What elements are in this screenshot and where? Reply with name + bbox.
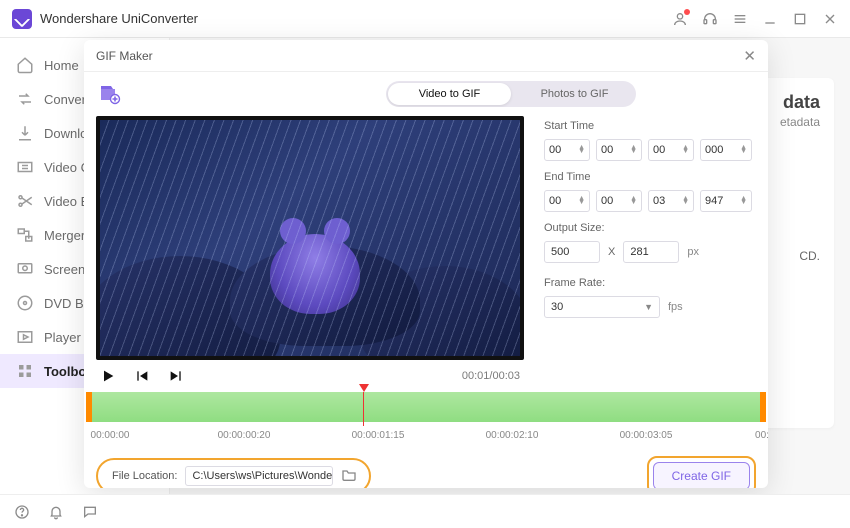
minimize-icon[interactable]: [762, 11, 778, 27]
start-ms-input[interactable]: 000▲▼: [700, 139, 752, 161]
sidebar-label: Home: [44, 58, 79, 73]
add-file-icon[interactable]: [96, 82, 122, 106]
tick-label: 00:00:00:20: [218, 430, 271, 441]
spinner-arrows-icon[interactable]: ▲▼: [630, 146, 637, 154]
spinner-arrows-icon[interactable]: ▲▼: [740, 146, 747, 154]
app-title: Wondershare UniConverter: [40, 11, 198, 26]
compress-icon: [16, 158, 34, 176]
play-icon: [16, 328, 34, 346]
frame-rate-select[interactable]: 30▼: [544, 296, 660, 318]
grid-icon: [16, 362, 34, 380]
record-icon: [16, 260, 34, 278]
home-icon: [16, 56, 34, 74]
dialog-title: GIF Maker: [96, 49, 153, 63]
video-preview[interactable]: [96, 116, 524, 360]
end-ms-input[interactable]: 947▲▼: [700, 190, 752, 212]
next-frame-button[interactable]: [168, 368, 184, 384]
dialog-header: GIF Maker ✕: [84, 40, 768, 72]
playhead-icon[interactable]: [359, 384, 369, 392]
maximize-icon[interactable]: [792, 11, 808, 27]
start-time-label: Start Time: [544, 120, 756, 132]
file-location-select[interactable]: C:\Users\ws\Pictures\Wonders▼: [185, 466, 333, 486]
output-size-label: Output Size:: [544, 222, 756, 234]
range-handle-left[interactable]: [86, 392, 92, 422]
help-icon[interactable]: [14, 504, 30, 520]
fps-unit: fps: [668, 301, 683, 313]
feedback-icon[interactable]: [82, 504, 98, 520]
output-height-input[interactable]: [623, 241, 679, 263]
bell-icon[interactable]: [48, 504, 64, 520]
range-handle-right[interactable]: [760, 392, 766, 422]
scissors-icon: [16, 192, 34, 210]
status-bar: [0, 494, 850, 528]
spinner-arrows-icon[interactable]: ▲▼: [578, 197, 585, 205]
sidebar-label: Player: [44, 330, 81, 345]
prev-frame-button[interactable]: [134, 368, 150, 384]
tick-label: 00:00:02:10: [486, 430, 539, 441]
merge-icon: [16, 226, 34, 244]
menu-icon[interactable]: [732, 11, 748, 27]
gif-maker-dialog: GIF Maker ✕ Video to GIF Photos to GIF: [84, 40, 768, 488]
start-mm-input[interactable]: 00▲▼: [596, 139, 642, 161]
dimension-separator: X: [608, 246, 615, 258]
spinner-arrows-icon[interactable]: ▲▼: [682, 146, 689, 154]
end-hh-input[interactable]: 00▲▼: [544, 190, 590, 212]
playback-controls: 00:01/00:03: [96, 360, 524, 392]
create-gif-highlight: Create GIF: [647, 456, 756, 488]
frame-rate-label: Frame Rate:: [544, 277, 756, 289]
close-icon[interactable]: [822, 11, 838, 27]
file-location-label: File Location:: [112, 470, 177, 482]
end-mm-input[interactable]: 00▲▼: [596, 190, 642, 212]
output-width-input[interactable]: [544, 241, 600, 263]
px-unit: px: [687, 246, 699, 258]
dialog-close-icon[interactable]: ✕: [743, 47, 756, 65]
spinner-arrows-icon[interactable]: ▲▼: [578, 146, 585, 154]
chevron-down-icon: ▼: [644, 302, 653, 312]
convert-icon: [16, 90, 34, 108]
tab-photos-to-gif[interactable]: Photos to GIF: [513, 81, 636, 107]
timeline-ticks: 00:00:00 00:00:00:20 00:00:01:15 00:00:0…: [86, 422, 766, 444]
play-button[interactable]: [100, 368, 116, 384]
open-folder-icon[interactable]: [341, 467, 357, 486]
tick-label: 00:00:01:15: [352, 430, 405, 441]
title-bar: Wondershare UniConverter: [0, 0, 850, 38]
time-readout: 00:01/00:03: [462, 370, 520, 382]
spinner-arrows-icon[interactable]: ▲▼: [740, 197, 747, 205]
tick-label: 00:00:03:05: [620, 430, 673, 441]
app-logo-icon: [12, 9, 32, 29]
end-ss-input[interactable]: 03▲▼: [648, 190, 694, 212]
mode-segment: Video to GIF Photos to GIF: [386, 81, 636, 107]
start-hh-input[interactable]: 00▲▼: [544, 139, 590, 161]
sidebar-label: Merger: [44, 228, 85, 243]
preview-pane: 00:01/00:03: [96, 116, 524, 392]
file-location-highlight: File Location: C:\Users\ws\Pictures\Wond…: [96, 458, 371, 488]
tab-video-to-gif[interactable]: Video to GIF: [388, 83, 511, 105]
user-icon[interactable]: [672, 11, 688, 27]
create-gif-button[interactable]: Create GIF: [653, 462, 750, 488]
spinner-arrows-icon[interactable]: ▲▼: [630, 197, 637, 205]
timeline[interactable]: 00:00:00 00:00:00:20 00:00:01:15 00:00:0…: [84, 392, 768, 444]
tick-label: 00:: [755, 430, 768, 441]
headset-icon[interactable]: [702, 11, 718, 27]
download-icon: [16, 124, 34, 142]
disc-icon: [16, 294, 34, 312]
spinner-arrows-icon[interactable]: ▲▼: [682, 197, 689, 205]
settings-pane: Start Time 00▲▼ 00▲▼ 00▲▼ 000▲▼ End Time…: [544, 116, 756, 392]
tick-label: 00:00:00: [91, 430, 130, 441]
start-ss-input[interactable]: 00▲▼: [648, 139, 694, 161]
end-time-label: End Time: [544, 171, 756, 183]
